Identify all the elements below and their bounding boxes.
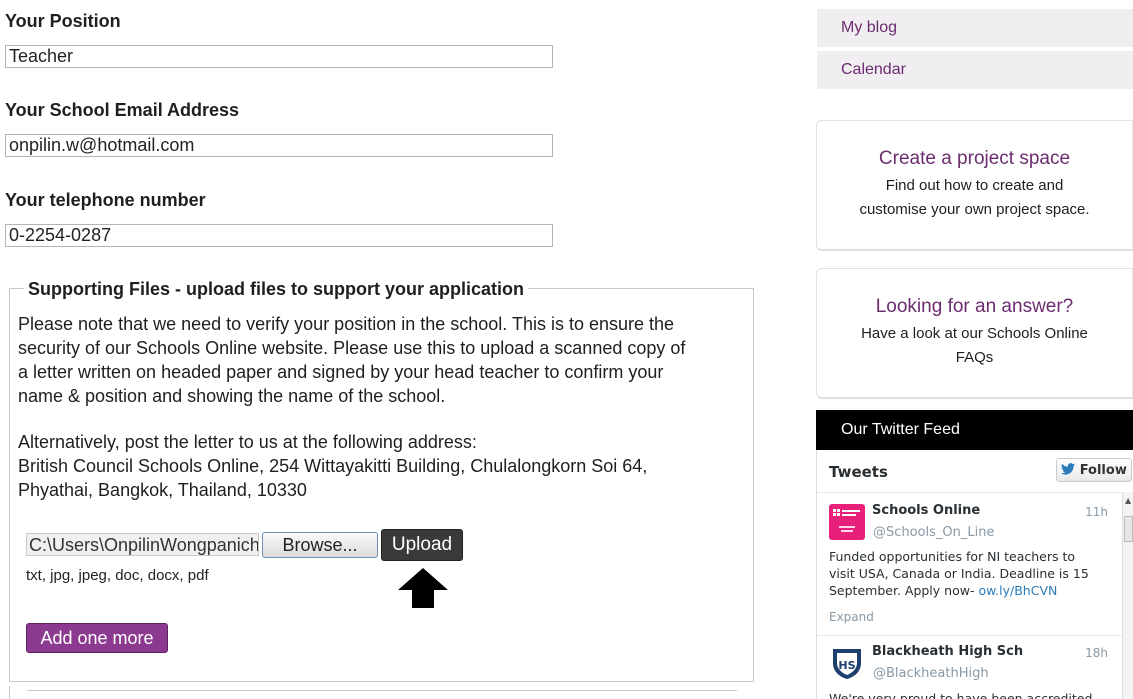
phone-label: Your telephone number (5, 190, 206, 210)
school-crest-icon: HS (833, 649, 861, 679)
upload-button[interactable]: Upload (381, 529, 463, 561)
promo-title[interactable]: Looking for an answer? (817, 296, 1132, 318)
position-input[interactable] (5, 45, 553, 68)
tweet-timestamp[interactable]: 18h (1085, 646, 1108, 660)
allowed-file-types: txt, jpg, jpeg, doc, docx, pdf (26, 567, 209, 584)
tweet-author-handle[interactable]: @BlackheathHigh (873, 666, 989, 681)
tweet-author-handle[interactable]: @Schools_On_Line (873, 525, 995, 540)
follow-button[interactable]: Follow (1056, 458, 1132, 482)
twitter-bird-icon (1061, 462, 1076, 475)
tweet-item[interactable]: Schools Online @Schools_On_Line 11h Fund… (817, 492, 1122, 635)
scroll-thumb[interactable] (1124, 516, 1133, 542)
supporting-files-legend: Supporting Files - upload files to suppo… (24, 279, 529, 300)
position-label: Your Position (5, 11, 121, 31)
phone-input[interactable] (5, 224, 553, 247)
tweet-author-name[interactable]: Blackheath High Sch (872, 644, 1023, 659)
tweets-title: Tweets (829, 463, 888, 481)
british-council-logo-icon (833, 509, 860, 532)
tweet-expand-link[interactable]: Expand (829, 610, 874, 624)
fieldset-bottom-left (9, 686, 10, 699)
browse-button[interactable]: Browse... (262, 532, 378, 558)
tweet-text: We're very proud to have been accredited (829, 691, 1093, 699)
tweet-text: Funded opportunities for NI teachers to … (829, 549, 1089, 598)
verification-note: Please note that we need to verify your … (18, 314, 686, 406)
email-label: Your School Email Address (5, 100, 240, 120)
promo-title[interactable]: Create a project space (817, 148, 1132, 170)
divider (27, 690, 737, 691)
sidebar-item-my-blog[interactable]: My blog (817, 9, 1133, 47)
add-one-more-button[interactable]: Add one more (26, 623, 168, 653)
file-path-field[interactable]: C:\Users\OnpilinWongpanich (26, 533, 259, 556)
tweet-author-name[interactable]: Schools Online (872, 503, 980, 518)
twitter-feed-header: Our Twitter Feed (816, 410, 1133, 450)
postal-address-note: Alternatively, post the letter to us at … (18, 432, 648, 500)
avatar[interactable]: HS (829, 645, 865, 681)
scroll-up-icon[interactable]: ▲ (1125, 496, 1131, 505)
tweet-link[interactable]: ow.ly/BhCVN (978, 583, 1057, 598)
email-input[interactable] (5, 134, 553, 157)
promo-text: Find out how to create and customise you… (859, 177, 1090, 218)
tweet-timestamp[interactable]: 11h (1085, 505, 1108, 519)
promo-looking-for-answer[interactable]: Looking for an answer? Have a look at ou… (816, 268, 1133, 399)
tweets-scrollbar[interactable]: ▲ (1122, 492, 1133, 699)
promo-text: Have a look at our Schools Online FAQs (861, 325, 1088, 366)
twitter-widget: Tweets Follow Schools Online @Schools_On… (816, 450, 1133, 699)
promo-create-project-space[interactable]: Create a project space Find out how to c… (816, 120, 1133, 251)
sidebar-item-calendar[interactable]: Calendar (817, 51, 1133, 89)
arrow-up-icon (398, 568, 448, 608)
avatar[interactable] (829, 504, 865, 540)
tweet-item[interactable]: HS Blackheath High Sch @BlackheathHigh 1… (817, 635, 1122, 699)
svg-text:HS: HS (838, 659, 855, 672)
